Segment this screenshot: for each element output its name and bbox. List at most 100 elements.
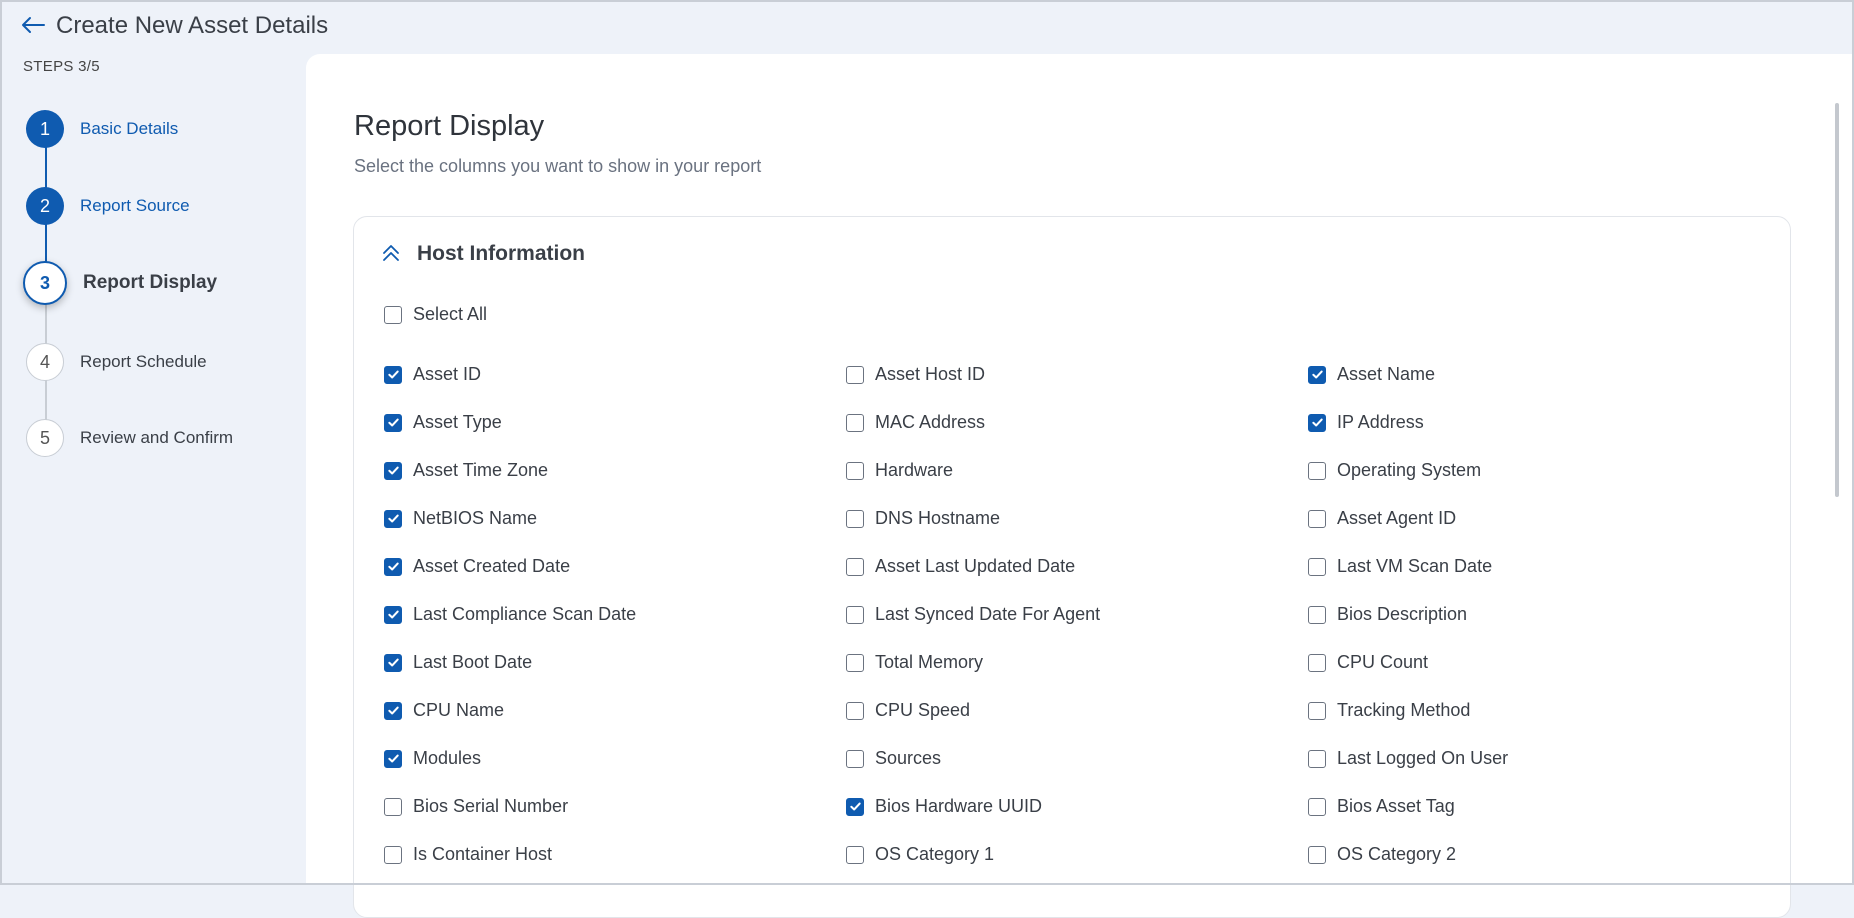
step-2[interactable]: 2 Report Source xyxy=(26,186,190,226)
column-checkbox[interactable]: Last VM Scan Date xyxy=(1308,556,1492,577)
checkbox-checked-icon[interactable] xyxy=(846,797,864,816)
checkbox-unchecked-icon[interactable] xyxy=(1308,557,1326,576)
column-checkbox[interactable]: Bios Serial Number xyxy=(384,796,568,817)
column-checkbox[interactable]: Last Boot Date xyxy=(384,652,532,673)
checkbox-checked-icon[interactable] xyxy=(384,365,402,384)
step-label: Report Display xyxy=(83,272,218,293)
checkbox-checked-icon[interactable] xyxy=(384,461,402,480)
checkbox-label: Is Container Host xyxy=(413,844,553,864)
step-number: 1 xyxy=(26,110,64,148)
checkbox-checked-icon[interactable] xyxy=(384,509,402,528)
column-checkbox[interactable]: MAC Address xyxy=(846,412,985,433)
checkbox-checked-icon[interactable] xyxy=(1308,365,1326,384)
step-4[interactable]: 4 Report Schedule xyxy=(26,342,207,382)
checkbox-label: Asset Name xyxy=(1337,364,1436,384)
column-checkbox[interactable]: Asset Last Updated Date xyxy=(846,556,1075,577)
column-checkbox[interactable]: DNS Hostname xyxy=(846,508,1000,529)
checkbox-unchecked-icon[interactable] xyxy=(384,305,402,324)
checkbox-unchecked-icon[interactable] xyxy=(1308,605,1326,624)
checkbox-checked-icon[interactable] xyxy=(384,413,402,432)
checkbox-unchecked-icon[interactable] xyxy=(846,653,864,672)
checkbox-label: Bios Hardware UUID xyxy=(875,796,1043,816)
column-checkbox[interactable]: Modules xyxy=(384,748,481,769)
step-label: Report Source xyxy=(80,196,190,215)
top-bar: Create New Asset Details xyxy=(0,0,1854,52)
checkbox-unchecked-icon[interactable] xyxy=(846,365,864,384)
column-checkbox[interactable]: NetBIOS Name xyxy=(384,508,537,529)
checkbox-label: CPU Name xyxy=(413,700,505,720)
column-checkbox[interactable]: Sources xyxy=(846,748,941,769)
checkbox-unchecked-icon[interactable] xyxy=(1308,701,1326,720)
step-label: Report Schedule xyxy=(80,352,207,371)
scrollbar[interactable] xyxy=(1835,103,1839,497)
step-1[interactable]: 1 Basic Details xyxy=(26,109,178,149)
back-arrow-icon[interactable] xyxy=(20,12,46,38)
step-label: Review and Confirm xyxy=(80,428,234,447)
column-checkbox[interactable]: Asset Agent ID xyxy=(1308,508,1456,529)
checkbox-unchecked-icon[interactable] xyxy=(384,797,402,816)
checkbox-unchecked-icon[interactable] xyxy=(1308,509,1326,528)
step-5[interactable]: 5 Review and Confirm xyxy=(26,418,233,458)
checkbox-checked-icon[interactable] xyxy=(1308,413,1326,432)
column-checkbox[interactable]: Bios Description xyxy=(1308,604,1467,625)
column-checkbox[interactable]: CPU Name xyxy=(384,700,504,721)
checkbox-unchecked-icon[interactable] xyxy=(846,605,864,624)
checkbox-unchecked-icon[interactable] xyxy=(846,509,864,528)
step-number: 5 xyxy=(26,419,64,457)
column-checkbox[interactable]: Bios Hardware UUID xyxy=(846,796,1042,817)
checkbox-unchecked-icon[interactable] xyxy=(846,701,864,720)
checkbox-label: Asset Time Zone xyxy=(413,460,549,480)
column-checkbox[interactable]: Last Logged On User xyxy=(1308,748,1508,769)
column-checkbox[interactable]: OS Category 2 xyxy=(1308,844,1456,865)
checkbox-label: NetBIOS Name xyxy=(413,508,538,528)
column-checkbox[interactable]: Asset ID xyxy=(384,364,481,385)
section-title: Host Information xyxy=(417,242,585,265)
checkbox-checked-icon[interactable] xyxy=(384,701,402,720)
checkbox-label: CPU Speed xyxy=(875,700,971,720)
column-checkbox[interactable]: Asset Created Date xyxy=(384,556,570,577)
checkbox-unchecked-icon[interactable] xyxy=(1308,749,1326,768)
column-checkbox[interactable]: Hardware xyxy=(846,460,953,481)
checkbox-label: MAC Address xyxy=(875,412,986,432)
column-checkbox[interactable]: Last Synced Date For Agent xyxy=(846,604,1100,625)
column-checkbox[interactable]: OS Category 1 xyxy=(846,844,994,865)
checkbox-unchecked-icon[interactable] xyxy=(846,557,864,576)
checkbox-label: Last Logged On User xyxy=(1337,748,1509,768)
column-checkbox[interactable]: Total Memory xyxy=(846,652,983,673)
page-title: Create New Asset Details xyxy=(56,12,329,39)
select-all-checkbox[interactable]: Select All xyxy=(384,304,487,325)
column-checkbox[interactable]: Asset Host ID xyxy=(846,364,985,385)
checkbox-checked-icon[interactable] xyxy=(384,653,402,672)
column-checkbox[interactable]: CPU Count xyxy=(1308,652,1428,673)
section-heading: Report Display xyxy=(354,110,545,142)
column-checkbox[interactable]: Asset Type xyxy=(384,412,502,433)
checkbox-checked-icon[interactable] xyxy=(384,557,402,576)
checkbox-unchecked-icon[interactable] xyxy=(1308,845,1326,864)
step-3[interactable]: 3 Report Display xyxy=(23,261,218,305)
checkbox-unchecked-icon[interactable] xyxy=(846,461,864,480)
column-checkbox[interactable]: Tracking Method xyxy=(1308,700,1470,721)
column-checkbox[interactable]: Bios Asset Tag xyxy=(1308,796,1455,817)
checkbox-label: Last Synced Date For Agent xyxy=(875,604,1101,624)
column-checkbox[interactable]: CPU Speed xyxy=(846,700,970,721)
checkbox-unchecked-icon[interactable] xyxy=(384,845,402,864)
column-checkbox[interactable]: Asset Name xyxy=(1308,364,1435,385)
column-checkbox[interactable]: Operating System xyxy=(1308,460,1481,481)
column-checkbox[interactable]: Last Compliance Scan Date xyxy=(384,604,636,625)
checkbox-label: Asset Agent ID xyxy=(1337,508,1457,528)
checkbox-unchecked-icon[interactable] xyxy=(1308,653,1326,672)
checkbox-label: Bios Serial Number xyxy=(413,796,569,816)
checkbox-checked-icon[interactable] xyxy=(384,605,402,624)
chevron-up-double-icon[interactable] xyxy=(380,242,402,264)
column-checkbox[interactable]: IP Address xyxy=(1308,412,1424,433)
column-checkbox[interactable]: Asset Time Zone xyxy=(384,460,548,481)
checkbox-unchecked-icon[interactable] xyxy=(1308,797,1326,816)
column-checkbox[interactable]: Is Container Host xyxy=(384,844,552,865)
checkbox-checked-icon[interactable] xyxy=(384,749,402,768)
checkbox-label: Last VM Scan Date xyxy=(1337,556,1493,576)
checkbox-label: DNS Hostname xyxy=(875,508,1001,528)
checkbox-unchecked-icon[interactable] xyxy=(846,749,864,768)
checkbox-unchecked-icon[interactable] xyxy=(1308,461,1326,480)
checkbox-unchecked-icon[interactable] xyxy=(846,845,864,864)
checkbox-unchecked-icon[interactable] xyxy=(846,413,864,432)
